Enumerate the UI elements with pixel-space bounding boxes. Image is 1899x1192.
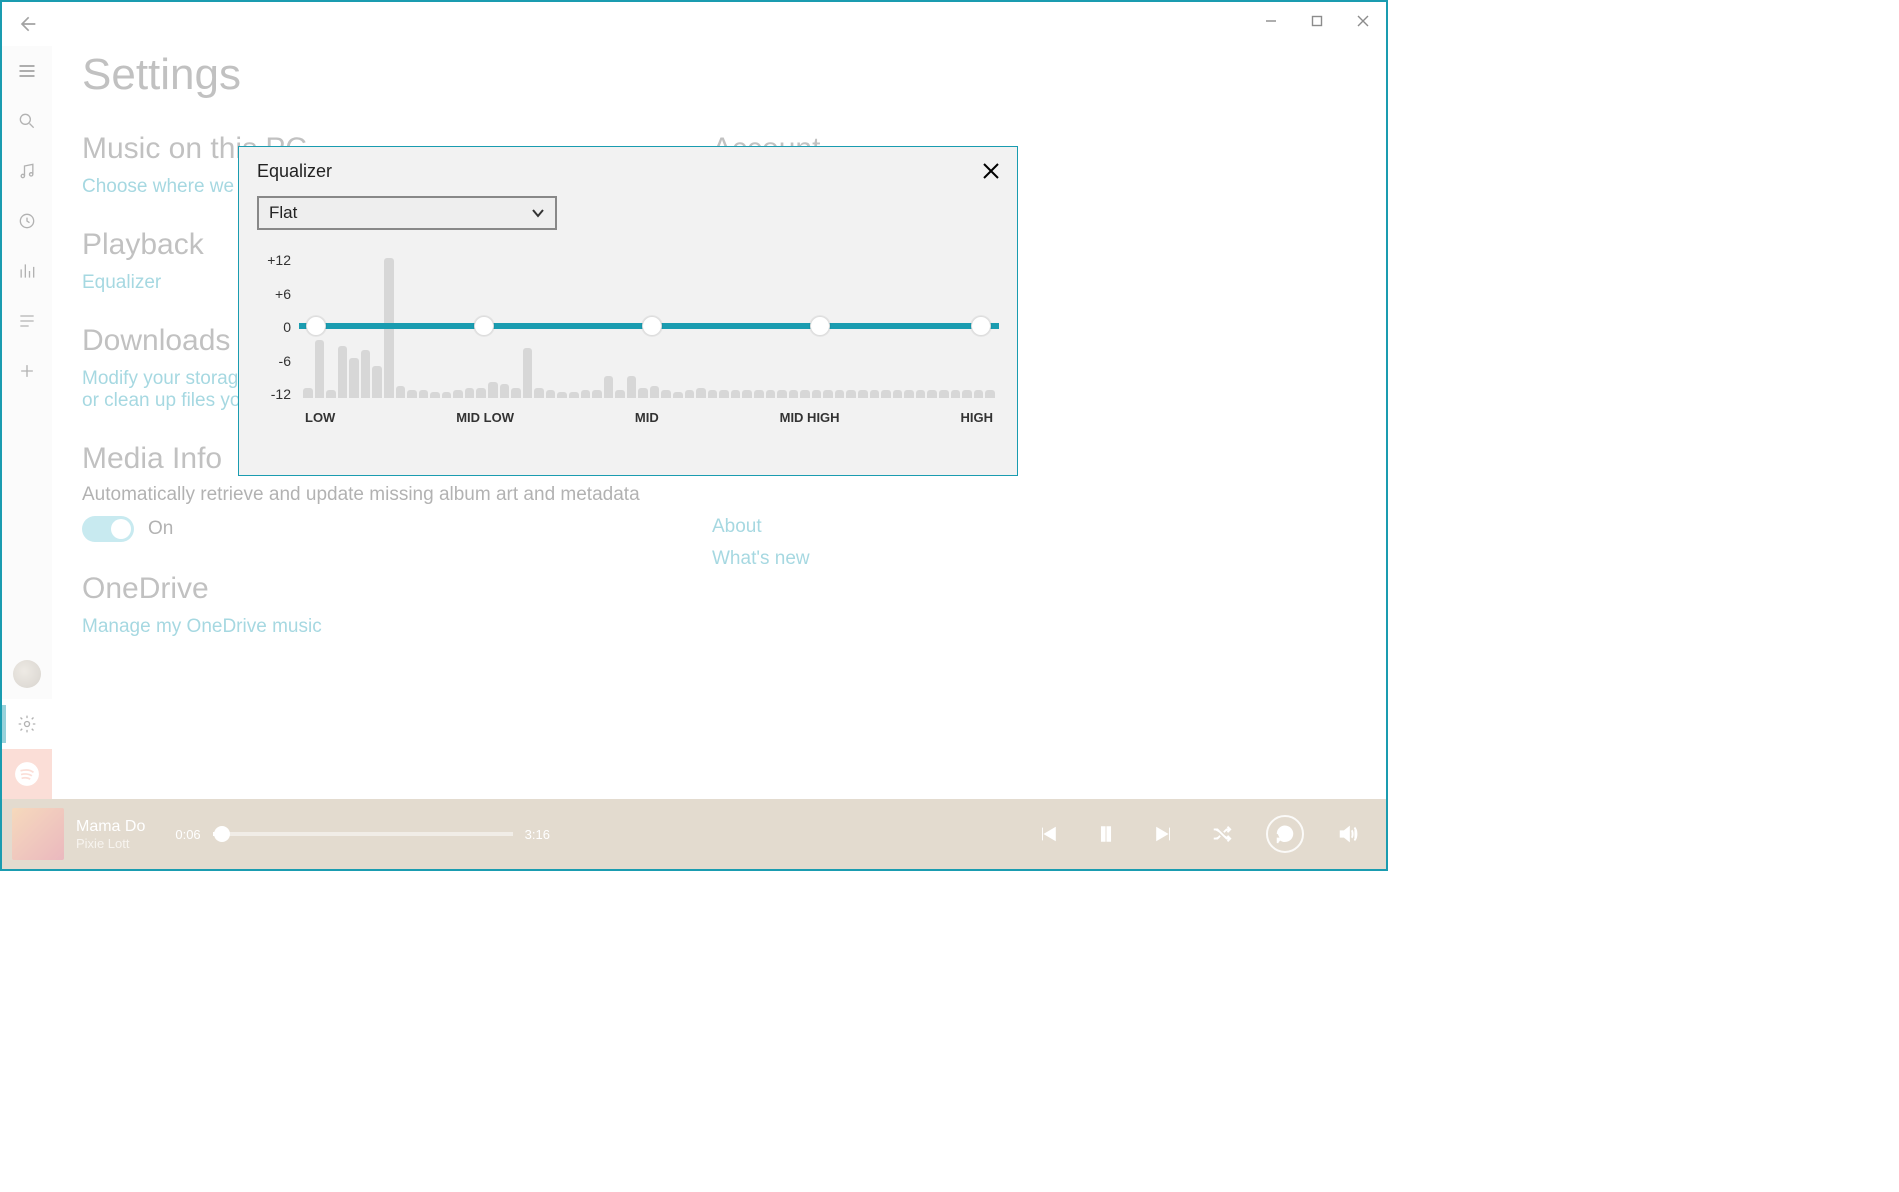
volume-icon [1337,823,1359,845]
y-tick: +6 [257,286,299,302]
progress-slider[interactable] [213,832,513,836]
y-axis-ticks: +12 +6 0 -6 -12 [257,252,299,402]
time-elapsed: 0:06 [175,827,200,842]
band-label: MID HIGH [780,410,840,425]
page-title: Settings [82,50,1356,100]
band-label: LOW [305,410,335,425]
clock-icon [17,211,37,231]
media-info-toggle-label: On [148,518,173,540]
eq-slider-midlow[interactable] [474,316,494,336]
next-button[interactable] [1150,820,1178,848]
previous-button[interactable] [1034,820,1062,848]
maximize-button[interactable] [1294,2,1340,40]
eq-slider-mid[interactable] [642,316,662,336]
shuffle-icon [1211,823,1233,845]
search-icon [17,111,37,131]
about-link[interactable]: About [712,516,820,538]
playlist-icon [17,311,37,331]
preset-value: Flat [269,203,297,223]
minimize-icon [1265,15,1277,27]
maximize-icon [1311,15,1323,27]
chevron-down-icon [531,206,545,220]
band-labels: LOW MID LOW MID MID HIGH HIGH [299,410,999,425]
eq-slider-high[interactable] [971,316,991,336]
window-titlebar [52,2,1386,40]
eq-slider-midhigh[interactable] [810,316,830,336]
section-onedrive: OneDrive [82,572,662,606]
progress-thumb[interactable] [214,826,230,842]
preset-dropdown[interactable]: Flat [257,196,557,230]
player-bar: Mama Do Pixie Lott 0:06 3:16 [2,799,1386,869]
pause-icon [1095,823,1117,845]
avatar-icon [13,660,41,688]
y-tick: 0 [257,319,299,335]
hamburger-button[interactable] [2,46,52,96]
minimize-button[interactable] [1248,2,1294,40]
media-info-text: Automatically retrieve and update missin… [82,484,662,506]
recent-plays-button[interactable] [2,196,52,246]
spotify-icon [14,761,40,787]
my-music-button[interactable] [2,146,52,196]
track-title: Mama Do [76,818,145,836]
dialog-close-button[interactable] [975,155,1007,187]
time-total: 3:16 [525,827,550,842]
settings-button[interactable] [2,699,52,749]
band-label: MID [635,410,659,425]
search-button[interactable] [2,96,52,146]
y-tick: -12 [257,386,299,402]
plus-icon [17,361,37,381]
equalizer-bars-icon [17,261,37,281]
gear-icon [17,714,37,734]
dialog-title: Equalizer [257,161,999,182]
spotify-button[interactable] [2,749,52,799]
band-label: HIGH [960,410,993,425]
album-art[interactable] [12,808,64,860]
manage-onedrive-link[interactable]: Manage my OneDrive music [82,616,662,638]
equalizer-graph: LOW MID LOW MID MID HIGH HIGH [299,248,999,438]
playlists-button[interactable] [2,296,52,346]
track-artist: Pixie Lott [76,836,145,851]
skip-previous-icon [1037,823,1059,845]
media-info-toggle[interactable] [82,516,134,542]
y-tick: +12 [257,252,299,268]
y-tick: -6 [257,353,299,369]
account-avatar[interactable] [2,649,52,699]
volume-button[interactable] [1334,820,1362,848]
hamburger-icon [17,61,37,81]
pause-button[interactable] [1092,820,1120,848]
repeat-icon [1274,823,1296,845]
eq-slider-low[interactable] [306,316,326,336]
close-button[interactable] [1340,2,1386,40]
shuffle-button[interactable] [1208,820,1236,848]
music-note-icon [17,161,37,181]
sidebar [2,46,52,799]
close-icon [982,162,1000,180]
now-playing-button[interactable] [2,246,52,296]
close-icon [1357,15,1369,27]
equalizer-dialog: Equalizer Flat +12 +6 0 -6 -12 LOW MID L… [238,146,1018,476]
skip-next-icon [1153,823,1175,845]
repeat-button[interactable] [1266,815,1304,853]
add-button[interactable] [2,346,52,396]
whats-new-link[interactable]: What's new [712,548,820,570]
back-button[interactable] [2,2,52,46]
band-label: MID LOW [456,410,514,425]
arrow-left-icon [17,14,37,34]
